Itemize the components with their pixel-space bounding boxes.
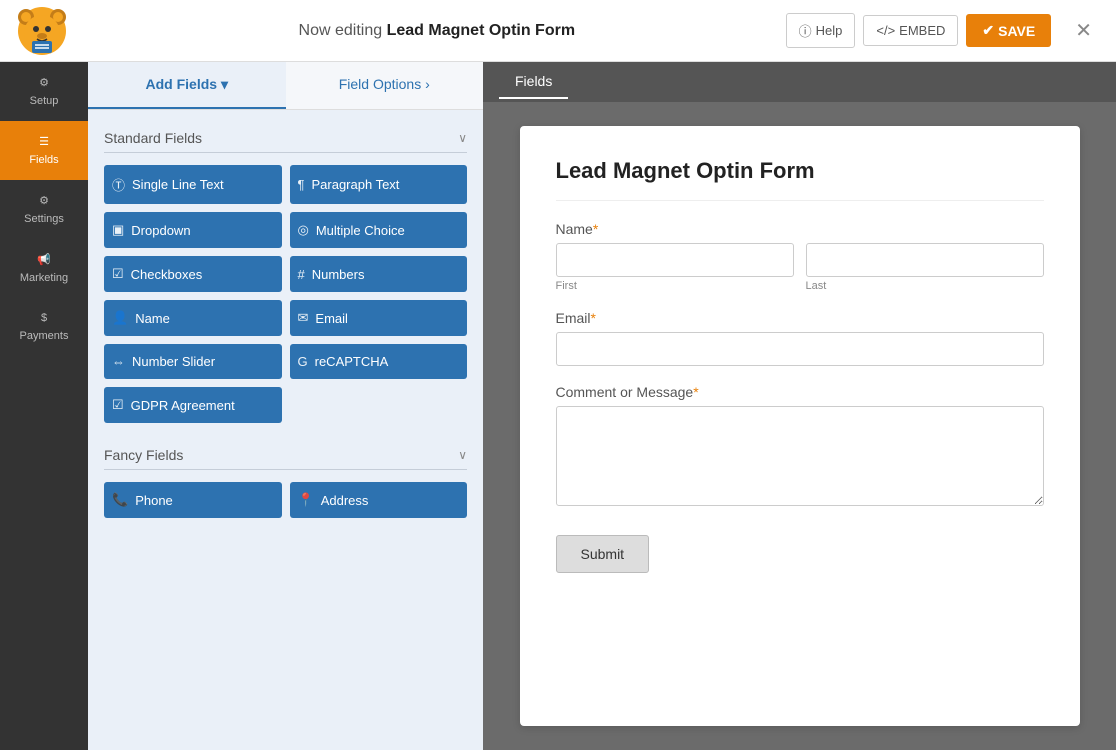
field-btn-address[interactable]: 📍 Address (290, 482, 468, 518)
settings-icon: ⚙ (39, 194, 49, 207)
fields-panel-header: Add Fields ▾ Field Options › (88, 62, 483, 110)
numbers-icon: # (298, 267, 305, 282)
standard-fields-header[interactable]: Standard Fields ∨ (104, 122, 467, 153)
form-preview-area: Fields Lead Magnet Optin Form Name* Firs… (483, 62, 1116, 750)
field-btn-number-slider[interactable]: ⇔ Number Slider (104, 344, 282, 379)
checkmark-icon: ✔ (982, 22, 994, 39)
form-title: Lead Magnet Optin Form (556, 158, 1044, 201)
tab-add-fields[interactable]: Add Fields ▾ (88, 62, 286, 109)
preview-tab-bar: Fields (483, 62, 1116, 102)
preview-tab-fields[interactable]: Fields (499, 65, 568, 99)
standard-fields-grid: Ⓣ Single Line Text ¶ Paragraph Text ▣ Dr… (104, 165, 467, 423)
submit-button[interactable]: Submit (556, 535, 650, 573)
address-icon: 📍 (298, 492, 314, 508)
form-card: Lead Magnet Optin Form Name* First Last (520, 126, 1080, 726)
number-slider-icon: ⇔ (112, 354, 125, 369)
fancy-fields-chevron: ∨ (458, 448, 467, 462)
field-btn-gdpr[interactable]: ☑ GDPR Agreement (104, 387, 282, 423)
sidebar-item-settings[interactable]: ⚙ Settings (0, 180, 88, 239)
form-field-email: Email* (556, 310, 1044, 366)
recaptcha-icon: G (298, 354, 308, 369)
field-btn-numbers[interactable]: # Numbers (290, 256, 468, 292)
help-button[interactable]: ⓘ Help (786, 13, 856, 48)
email-input[interactable] (556, 332, 1044, 366)
top-bar: Now editing Lead Magnet Optin Form ⓘ Hel… (0, 0, 1116, 62)
name-row: First Last (556, 243, 1044, 292)
name-icon: 👤 (112, 310, 128, 326)
fancy-fields-header[interactable]: Fancy Fields ∨ (104, 439, 467, 470)
payments-icon: $ (41, 312, 47, 324)
fields-tab-bar: Add Fields ▾ Field Options › (88, 62, 483, 109)
email-icon: ✉ (298, 310, 309, 326)
form-preview-scroll: Lead Magnet Optin Form Name* First Last (483, 102, 1116, 750)
paragraph-text-icon: ¶ (298, 177, 305, 192)
field-btn-email[interactable]: ✉ Email (290, 300, 468, 336)
name-last-col: Last (806, 243, 1044, 292)
checkboxes-icon: ☑ (112, 266, 124, 282)
gdpr-icon: ☑ (112, 397, 124, 413)
multiple-choice-icon: ◎ (298, 222, 309, 238)
form-field-comment: Comment or Message* (556, 384, 1044, 509)
name-last-input[interactable] (806, 243, 1044, 277)
fancy-fields-grid: 📞 Phone 📍 Address (104, 482, 467, 518)
main-layout: ⚙ Setup ☰ Fields ⚙ Settings 📢 Marketing … (0, 62, 1116, 750)
email-required: * (591, 310, 596, 326)
name-required: * (593, 221, 598, 237)
embed-button[interactable]: </> EMBED (863, 15, 958, 46)
single-line-text-icon: Ⓣ (112, 175, 125, 194)
field-btn-multiple-choice[interactable]: ◎ Multiple Choice (290, 212, 468, 248)
name-last-sublabel: Last (806, 280, 1044, 292)
fields-icon: ☰ (39, 135, 49, 148)
name-first-col: First (556, 243, 794, 292)
sidebar-item-setup[interactable]: ⚙ Setup (0, 62, 88, 121)
field-btn-recaptcha[interactable]: G reCAPTCHA (290, 344, 468, 379)
marketing-icon: 📢 (37, 253, 51, 266)
phone-icon: 📞 (112, 492, 128, 508)
tab-field-options[interactable]: Field Options › (286, 62, 484, 109)
close-button[interactable]: ✕ (1067, 14, 1100, 47)
field-btn-checkboxes[interactable]: ☑ Checkboxes (104, 256, 282, 292)
sidebar-item-payments[interactable]: $ Payments (0, 298, 88, 356)
name-label: Name* (556, 221, 1044, 237)
help-icon: ⓘ (799, 21, 812, 40)
top-bar-actions: ⓘ Help </> EMBED ✔ SAVE ✕ (786, 13, 1100, 48)
field-btn-single-line-text[interactable]: Ⓣ Single Line Text (104, 165, 282, 204)
sidebar-item-marketing[interactable]: 📢 Marketing (0, 239, 88, 298)
comment-required: * (693, 384, 698, 400)
field-btn-dropdown[interactable]: ▣ Dropdown (104, 212, 282, 248)
side-nav: ⚙ Setup ☰ Fields ⚙ Settings 📢 Marketing … (0, 62, 88, 750)
email-label: Email* (556, 310, 1044, 326)
name-first-sublabel: First (556, 280, 794, 292)
editing-title: Now editing Lead Magnet Optin Form (88, 22, 786, 40)
save-button[interactable]: ✔ SAVE (966, 14, 1051, 47)
comment-label: Comment or Message* (556, 384, 1044, 400)
fields-scroll: Standard Fields ∨ Ⓣ Single Line Text ¶ P… (88, 110, 483, 750)
setup-icon: ⚙ (39, 76, 49, 89)
form-field-name: Name* First Last (556, 221, 1044, 292)
name-first-input[interactable] (556, 243, 794, 277)
form-name: Lead Magnet Optin Form (387, 22, 575, 39)
comment-textarea[interactable] (556, 406, 1044, 506)
fields-panel: Add Fields ▾ Field Options › Standard Fi… (88, 62, 483, 750)
embed-icon: </> (876, 23, 895, 38)
field-btn-phone[interactable]: 📞 Phone (104, 482, 282, 518)
sidebar-item-fields[interactable]: ☰ Fields (0, 121, 88, 180)
dropdown-icon: ▣ (112, 222, 124, 238)
field-btn-paragraph-text[interactable]: ¶ Paragraph Text (290, 165, 468, 204)
logo (16, 5, 68, 57)
standard-fields-chevron: ∨ (458, 131, 467, 145)
field-btn-name[interactable]: 👤 Name (104, 300, 282, 336)
